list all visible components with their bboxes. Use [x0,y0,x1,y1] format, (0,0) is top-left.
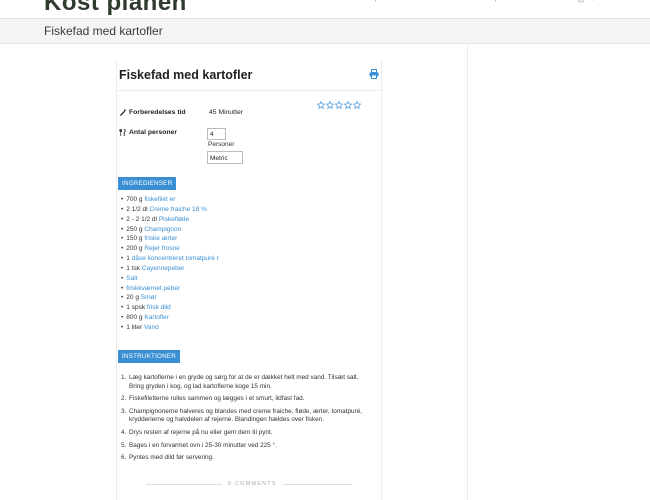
ingredient-item: 1 dåse koncentreret tomatpuré r [121,254,219,264]
ingredient-link[interactable]: Vand [144,324,159,331]
page-title-bar: Fiskefad med kartofler [0,18,650,44]
ingredient-quantity: 1 tsk [126,264,141,272]
nav-item[interactable]: Om os [410,0,450,2]
star-outline-icon[interactable] [353,101,361,109]
star-outline-icon[interactable] [317,101,325,109]
instruction-step: Drys resten af rejerne på nu eller gem d… [121,428,273,437]
recipe-card: Fiskefad med kartofler Forberedelses tid… [116,60,383,500]
ingredient-link[interactable]: Kartofler [144,314,169,321]
instruction-step: Fiskefiletterne rulles sammen og lægges … [121,395,305,403]
ingredient-item: Salt [121,274,219,284]
ingredient-item: friskkværnet peber [121,284,219,294]
ingredient-link[interactable]: Smør [141,294,157,301]
prep-time-row: Forberedelses tid 45 Minutter [119,109,243,118]
ingredient-link[interactable]: Cayennepeber [142,265,185,272]
ingredient-item: 1 spsk frisk dild [121,303,219,313]
servings-input[interactable] [207,128,226,140]
prep-time-icon [119,109,126,116]
site-header: Kost planen ForsidenOpskrifterOm osKonta… [0,0,650,18]
servings-label: Antal personer [129,129,177,136]
ingredient-quantity: 2 1/2 dl [126,205,148,213]
instruction-step: Champignonerne halveres og blandes med c… [121,407,363,424]
search-icon[interactable]: ⌕ [592,0,596,4]
ingredient-link[interactable]: Rejer frosne [144,245,179,252]
star-outline-icon[interactable] [326,101,334,109]
instructions-list: Læg kartoflerne i en gryde og sørg for a… [121,374,371,467]
nav-item[interactable]: Kontakt [450,0,490,2]
prep-time-value: 45 Minutter [209,109,244,116]
page-title: Fiskefad med kartofler [44,24,163,38]
nav-item[interactable]: Forsiden [330,0,370,2]
ingredient-link[interactable]: Salt [126,275,137,282]
comments-count[interactable]: 0 COMMENTS [222,481,283,487]
nav-item[interactable]: Opskrifter [370,0,410,2]
ingredient-quantity: 200 g [126,245,143,253]
ingredient-item: 2 1/2 dl Creme fraiche 18 % [121,205,219,215]
ingredient-link[interactable]: Champignon [144,226,181,233]
ingredient-link[interactable]: Creme fraiche 18 % [149,206,206,213]
ingredient-item: 2 - 2 1/2 dl Piskefløde [121,215,219,225]
ingredient-quantity: 1 spsk [126,304,146,312]
title-divider [117,90,383,91]
star-outline-icon[interactable] [335,101,343,109]
rating-stars[interactable] [317,101,361,109]
ingredient-quantity: 150 g [126,235,143,243]
ingredient-item: 1 tsk Cayennepeber [121,264,219,274]
ingredient-quantity: 250 g [126,225,143,233]
instructions-heading: INSTRUKTIONER [118,350,181,363]
ingredient-quantity: 1 [126,255,130,263]
site-logo[interactable]: Kost planen [44,0,187,17]
nav-item[interactable]: Kontakt os [530,0,570,2]
ingredient-link[interactable]: friskkværnet peber [126,285,180,292]
ingredient-item: 700 g fiskefilét er [121,195,219,205]
print-icon[interactable] [369,69,379,79]
ingredient-quantity: 20 g [126,294,139,302]
ingredient-item: 20 g Smør [121,293,219,303]
ingredient-item: 800 g Kartofler [121,313,219,323]
ingredient-item: 1 liter Vand [121,323,219,333]
ingredients-list: 700 g fiskefilét er2 1/2 dl Creme fraich… [121,195,219,333]
ingredient-link[interactable]: dåse koncentreret tomatpuré r [132,255,219,262]
ingredients-heading: INGREDIENSER [118,177,177,190]
ingredient-item: 200 g Rejer frosne [121,244,219,254]
unit-system-select[interactable]: Metric [207,151,243,164]
share-icon[interactable]: ⊡ [578,0,584,4]
header-icons: ⊡ ⌕ [578,0,596,4]
instruction-step: Læg kartoflerne i en gryde og sørg for a… [121,374,359,390]
ingredient-link[interactable]: friske ærter [144,235,177,242]
ingredient-item: 250 g Champignon [121,225,219,235]
prep-time-label: Forberedelses tid [129,109,186,116]
sidebar-divider [467,44,468,500]
ingredient-link[interactable]: Piskefløde [159,216,189,223]
ingredient-link[interactable]: frisk dild [147,304,171,311]
instruction-step: Bages i en forvarmet ovn i 25-30 minutte… [121,441,277,450]
ingredient-link[interactable]: fiskefilét er [144,196,175,203]
ingredient-quantity: 1 liter [126,323,143,331]
nav-item[interactable]: Opskrifter [490,0,530,2]
ingredient-quantity: 2 - 2 1/2 dl [126,215,157,223]
recipe-title: Fiskefad med kartofler [119,68,253,82]
instruction-step: Pyntes med dild før servering. [121,454,214,462]
servings-unit-label: Personer [208,141,235,148]
main-nav: ForsidenOpskrifterOm osKontaktOpskrifter… [330,0,570,2]
servings-row: Antal personer [119,129,177,138]
ingredient-quantity: 700 g [126,196,143,203]
star-outline-icon[interactable] [344,101,352,109]
ingredient-quantity: 800 g [126,314,143,322]
ingredient-item: 150 g friske ærter [121,234,219,244]
servings-icon [119,129,126,136]
